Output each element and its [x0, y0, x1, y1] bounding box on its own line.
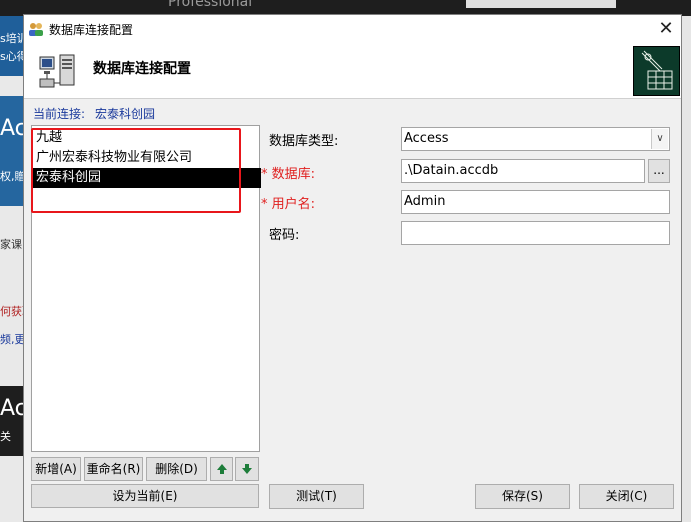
rename-button[interactable]: 重命名(R) [84, 457, 143, 481]
arrow-down-icon [242, 464, 252, 474]
list-item[interactable]: 九越 [33, 128, 261, 148]
bg-fragment: 家课 [0, 238, 22, 251]
list-item-selected[interactable]: 宏泰科创园 [33, 168, 261, 188]
password-label: 密码: [269, 228, 300, 243]
close-button[interactable]: 关闭(C) [579, 484, 674, 509]
title-bar: 数据库连接配置 ✕ [24, 15, 681, 43]
test-button[interactable]: 测试(T) [269, 484, 364, 509]
add-button[interactable]: 新增(A) [31, 457, 81, 481]
required-mark: * [261, 167, 268, 182]
network-computers-icon [39, 54, 75, 88]
database-tools-icon [633, 46, 680, 96]
delete-button[interactable]: 删除(D) [146, 457, 207, 481]
arrow-up-icon [216, 464, 227, 474]
background-search-box [466, 0, 616, 8]
save-button[interactable]: 保存(S) [475, 484, 570, 509]
users-icon [29, 23, 43, 36]
close-window-button[interactable]: ✕ [654, 17, 678, 41]
bg-fragment: s心得 [0, 50, 23, 63]
current-connection-label: 当前连接: [33, 107, 86, 121]
current-connection-value: 宏泰科创园 [95, 107, 156, 121]
background-app-title: Professional [168, 0, 253, 10]
dialog-header: 数据库连接配置 [24, 43, 681, 99]
move-down-button[interactable] [235, 457, 259, 481]
connection-list[interactable]: 九越 广州宏泰科技物业有限公司 宏泰科创园 [31, 125, 261, 452]
background-app-right [682, 16, 691, 522]
set-current-button[interactable]: 设为当前(E) [31, 484, 259, 508]
bg-fragment: 何获取 [0, 305, 23, 318]
db-type-value: Access [404, 131, 449, 146]
username-field[interactable]: Admin [401, 190, 670, 214]
username-label: * 用户名: [261, 197, 316, 212]
move-up-button[interactable] [210, 457, 233, 481]
window-title: 数据库连接配置 [49, 23, 134, 37]
database-label: * 数据库: [261, 167, 316, 182]
db-type-label: 数据库类型: [269, 134, 339, 149]
chevron-down-icon[interactable]: ∨ [651, 129, 668, 149]
db-type-select[interactable]: Access ∨ [401, 127, 670, 151]
bg-fragment: Ac [0, 396, 23, 421]
bg-fragment: Ac [0, 116, 23, 141]
browse-button[interactable]: ... [648, 159, 670, 183]
password-field[interactable] [401, 221, 670, 245]
bg-fragment: 权,贈 [0, 170, 23, 183]
bg-fragment: s培训 [0, 32, 23, 45]
header-title: 数据库连接配置 [93, 61, 191, 77]
background-app-left: s培训 s心得 Ac 权,贈 家课 何获取 频,更 Ac 关 [0, 16, 23, 522]
database-path-field[interactable]: .\Datain.accdb [401, 159, 645, 183]
bg-fragment: 频,更 [0, 333, 23, 346]
current-connection: 当前连接: 宏泰科创园 [33, 105, 155, 122]
db-connection-dialog: 数据库连接配置 ✕ 数据库连接配置 当前连接: 宏泰科创园 九越 广州宏泰科技物… [23, 14, 682, 522]
list-item[interactable]: 广州宏泰科技物业有限公司 [33, 148, 261, 168]
bg-fragment: 关 [0, 430, 11, 443]
required-mark: * [261, 197, 268, 212]
